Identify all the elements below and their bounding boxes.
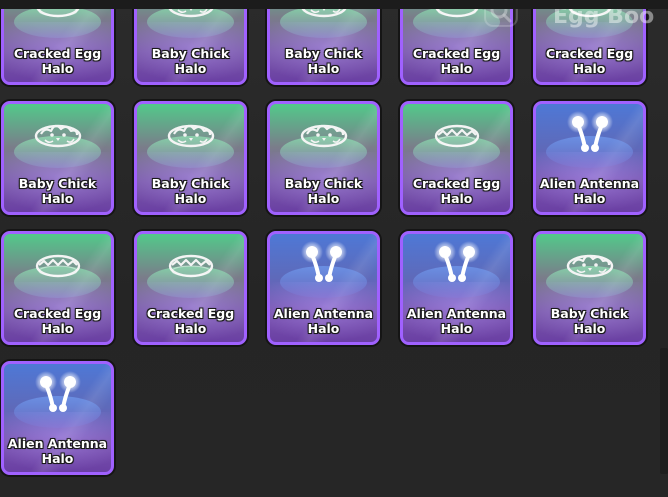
inventory-item-card[interactable]: Cracked Egg Halo (1, 231, 114, 345)
item-name-label: Alien Antenna Halo (539, 176, 640, 206)
inventory-item-card[interactable]: Cracked Egg Halo (400, 101, 513, 215)
item-name-label: Baby Chick Halo (284, 176, 363, 206)
inventory-screen: { "header": { "partial_title": "Egg Boo"… (0, 0, 668, 497)
inventory-item-card[interactable]: Baby Chick Halo (533, 231, 646, 345)
alien-antenna-icon (559, 110, 621, 156)
item-name-label: Baby Chick Halo (284, 46, 363, 76)
item-name-label: Baby Chick Halo (151, 176, 230, 206)
top-bar (0, 0, 668, 9)
baby-chick-icon (27, 110, 89, 156)
scrollbar[interactable] (660, 348, 668, 474)
item-name-label: Baby Chick Halo (151, 46, 230, 76)
inventory-item-card[interactable]: Baby Chick Halo (1, 101, 114, 215)
alien-antenna-icon (426, 240, 488, 286)
item-name-label: Cracked Egg Halo (13, 306, 102, 336)
item-name-label: Cracked Egg Halo (412, 176, 501, 206)
item-name-label: Alien Antenna Halo (406, 306, 507, 336)
cracked-egg-icon (160, 240, 222, 286)
baby-chick-icon (293, 110, 355, 156)
inventory-item-card[interactable]: Alien Antenna Halo (267, 231, 380, 345)
item-name-label: Baby Chick Halo (550, 306, 629, 336)
inventory-item-card[interactable]: Alien Antenna Halo (533, 101, 646, 215)
item-name-label: Cracked Egg Halo (146, 306, 235, 336)
baby-chick-icon (559, 240, 621, 286)
cracked-egg-icon (426, 110, 488, 156)
inventory-item-card[interactable]: Cracked Egg Halo (134, 231, 247, 345)
inventory-item-card[interactable]: Alien Antenna Halo (400, 231, 513, 345)
inventory-item-card[interactable]: Baby Chick Halo (267, 101, 380, 215)
inventory-item-card[interactable]: Cracked Egg Halo (1, 0, 114, 85)
item-name-label: Cracked Egg Halo (545, 46, 634, 76)
inventory-item-card[interactable]: Alien Antenna Halo (1, 361, 114, 475)
cracked-egg-icon (27, 240, 89, 286)
inventory-item-card[interactable]: Baby Chick Halo (267, 0, 380, 85)
item-name-label: Baby Chick Halo (18, 176, 97, 206)
item-name-label: Cracked Egg Halo (412, 46, 501, 76)
item-name-label: Alien Antenna Halo (273, 306, 374, 336)
item-name-label: Cracked Egg Halo (13, 46, 102, 76)
alien-antenna-icon (27, 370, 89, 416)
inventory-item-card[interactable]: Baby Chick Halo (134, 0, 247, 85)
alien-antenna-icon (293, 240, 355, 286)
item-name-label: Alien Antenna Halo (7, 436, 108, 466)
baby-chick-icon (160, 110, 222, 156)
inventory-item-card[interactable]: Baby Chick Halo (134, 101, 247, 215)
